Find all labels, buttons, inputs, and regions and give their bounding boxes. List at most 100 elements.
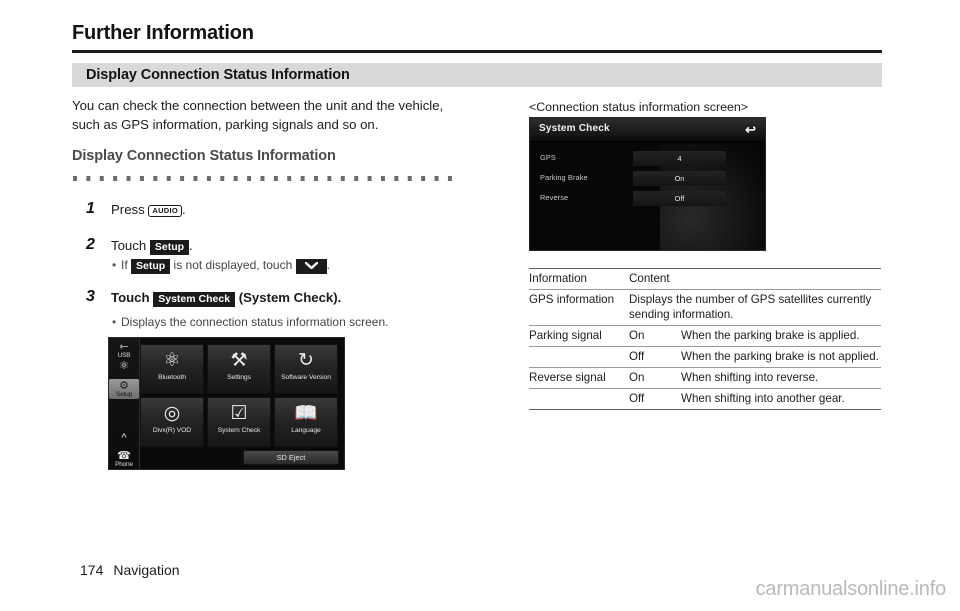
sidebar-item-usb[interactable]: ⇽ USB — [109, 341, 139, 359]
tile-software-version-label: Software Version — [281, 374, 331, 381]
system-check-screenshot: System Check ↩ GPS 4 Parking Brake On Re… — [529, 117, 766, 251]
row-information: GPS information — [529, 293, 615, 306]
bullet-dot-icon: • — [112, 258, 117, 272]
audio-key-chip[interactable]: AUDIO — [148, 204, 183, 217]
substep-text: Displays the connection status informati… — [121, 315, 389, 329]
open-book-icon: 📖 — [294, 403, 318, 424]
sidebar-item-phone-label: Phone — [115, 461, 133, 468]
tile-settings-label: Settings — [227, 374, 251, 381]
subsection-title: Display Connection Status Information — [72, 148, 336, 164]
tile-system-check-label: System Check — [217, 427, 261, 434]
substep-pre: If — [121, 258, 132, 272]
setup-touch-chip[interactable]: Setup — [149, 240, 190, 255]
bullet-dot-icon: • — [112, 315, 117, 329]
row-content: When the parking brake is not applied. — [681, 346, 881, 368]
step-1-number: 1 — [86, 200, 95, 217]
chevron-up-icon: ^ — [121, 432, 127, 444]
row-information — [529, 346, 629, 368]
step-3-number: 3 — [86, 288, 95, 305]
checklist-clipboard-icon: ☑ — [230, 403, 248, 424]
row-state: Off — [629, 346, 681, 368]
substep-post: . — [326, 258, 330, 272]
step-3-prefix: Touch — [111, 290, 154, 305]
tile-bluetooth-label: Bluetooth — [158, 374, 186, 381]
row-content: When the parking brake is applied. — [681, 325, 881, 347]
tile-settings[interactable]: ⚒ Settings — [207, 344, 271, 394]
step-1-prefix: Press — [111, 202, 149, 217]
step-3-text: Touch System Check (System Check). — [111, 290, 341, 307]
row-information: Parking signal — [529, 325, 629, 347]
information-content-table: Information Content GPS information Disp… — [529, 268, 881, 410]
refresh-circular-arrow-icon: ↻ — [298, 350, 314, 371]
row-content: When shifting into reverse. — [681, 367, 881, 389]
sidebar-item-scroll-up[interactable]: ^ — [109, 432, 139, 444]
system-row-reverse-value: Off — [674, 194, 685, 203]
row-state: On — [629, 325, 681, 347]
bluetooth-icon: ⚛ — [163, 350, 181, 371]
step-1-suffix: . — [182, 202, 186, 217]
system-row-gps: GPS 4 — [530, 151, 765, 167]
row-information: Reverse signal — [529, 367, 629, 389]
setup-menu-screenshot: ⇽ USB ⚛ ⚙ Setup ^ ☎ Phone ⚛ Bluetooth ⚒ … — [108, 337, 345, 470]
tile-language-label: Language — [291, 427, 321, 434]
system-check-header: System Check ↩ — [530, 118, 765, 142]
table-row: Parking signal On When the parking brake… — [529, 325, 881, 347]
footer-section-name: Navigation — [113, 562, 180, 578]
sidebar-item-setup-label: Setup — [116, 391, 132, 398]
step-2-text: Touch Setup. — [111, 238, 193, 255]
system-check-touch-chip[interactable]: System Check — [153, 292, 236, 307]
row-state: On — [629, 367, 681, 389]
tile-divx-vod-label: Divx(R) VOD — [152, 427, 192, 434]
table-row: Off When shifting into another gear. — [529, 388, 881, 410]
substep-mid: is not displayed, touch — [170, 258, 296, 272]
sd-eject-button[interactable]: SD Eject — [243, 450, 339, 465]
row-content: Displays the number of GPS satellites cu… — [629, 293, 872, 321]
tile-software-version[interactable]: ↻ Software Version — [274, 344, 338, 394]
row-information — [529, 388, 629, 410]
bluetooth-icon: ⚛ — [119, 360, 129, 372]
tile-language[interactable]: 📖 Language — [274, 397, 338, 447]
connection-screen-caption: <Connection status information screen> — [529, 100, 749, 114]
system-check-title: System Check — [539, 123, 610, 134]
table-row: Reverse signal On When shifting into rev… — [529, 367, 881, 389]
footer: 174 Navigation — [80, 562, 180, 578]
step-2-prefix: Touch — [111, 238, 150, 253]
system-row-gps-label: GPS — [540, 153, 556, 162]
system-row-parking-brake: Parking Brake On — [530, 171, 765, 187]
system-row-gps-value: 4 — [677, 154, 682, 163]
table-row: GPS information Displays the number of G… — [529, 290, 881, 326]
system-row-reverse-label: Reverse — [540, 193, 569, 202]
intro-paragraph: You can check the connection between the… — [72, 98, 444, 132]
tile-bluetooth[interactable]: ⚛ Bluetooth — [140, 344, 204, 394]
sidebar-item-usb-label: USB — [117, 352, 131, 359]
tile-divx-vod[interactable]: ◎ Divx(R) VOD — [140, 397, 204, 447]
system-row-parking-brake-value: On — [674, 174, 685, 183]
title-divider — [72, 50, 882, 53]
step-3-substep-1: • Displays the connection status informat… — [112, 315, 388, 329]
system-row-reverse-valuebox: Off — [633, 191, 726, 206]
chevron-down-icon[interactable] — [295, 259, 327, 274]
back-arrow-icon[interactable]: ↩ — [745, 122, 756, 137]
step-2-number: 2 — [86, 236, 95, 253]
sidebar-item-bluetooth[interactable]: ⚛ — [109, 360, 139, 372]
section-band-label: Display Connection Status Information — [86, 67, 350, 83]
system-row-parking-brake-label: Parking Brake — [540, 173, 588, 182]
sidebar-item-phone[interactable]: ☎ Phone — [109, 450, 139, 468]
row-state: Off — [629, 388, 681, 410]
device-tile-grid: ⚛ Bluetooth ⚒ Settings ↻ Software Versio… — [140, 340, 341, 467]
left-column: You can check the connection between the… — [72, 96, 502, 134]
page-title: Further Information — [72, 22, 254, 44]
table-row: Off When the parking brake is not applie… — [529, 346, 881, 368]
watermark: carmanualsonline.info — [755, 578, 947, 600]
setup-touch-chip-inline[interactable]: Setup — [131, 259, 171, 274]
tile-system-check[interactable]: ☑ System Check — [207, 397, 271, 447]
sidebar-item-setup[interactable]: ⚙ Setup — [109, 379, 139, 399]
table-header-row: Information Content — [529, 268, 881, 290]
row-content: When shifting into another gear. — [681, 388, 881, 410]
system-row-parking-brake-valuebox: On — [633, 171, 726, 186]
table-header-content: Content — [629, 268, 881, 290]
section-band: Display Connection Status Information — [72, 63, 882, 87]
step-1-text: Press AUDIO. — [111, 202, 186, 217]
footer-page-number: 174 — [80, 562, 104, 578]
settings-gear-wrench-icon: ⚒ — [230, 350, 248, 371]
